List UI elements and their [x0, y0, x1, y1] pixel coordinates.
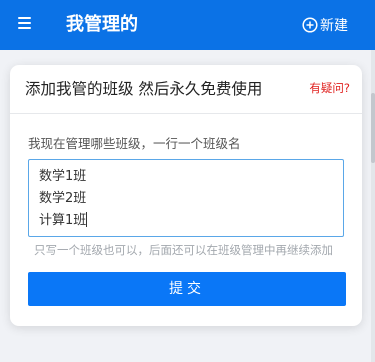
class-names-textarea[interactable]: 数学1班 数学2班 计算1班: [28, 159, 344, 237]
plus-circle-icon: [302, 17, 318, 33]
page-title: 我管理的: [66, 14, 138, 35]
scrollbar-thumb[interactable]: [371, 93, 375, 163]
class-names-label: 我现在管理哪些班级，一行一个班级名: [28, 136, 241, 151]
new-button[interactable]: 新建: [302, 15, 348, 35]
class-name-line: 数学1班: [39, 169, 87, 184]
text-caret: [86, 212, 88, 227]
card-title: 添加我管的班级 然后永久免费使用: [25, 80, 263, 98]
card-header: 添加我管的班级 然后永久免费使用 有疑问?: [10, 65, 362, 114]
class-name-line: 计算1班: [39, 212, 88, 228]
submit-button[interactable]: 提交: [28, 272, 346, 306]
hint-text: 只写一个班级也可以，后面还可以在班级管理中再继续添加: [34, 243, 333, 257]
new-button-label: 新建: [320, 18, 348, 34]
class-name-line: 数学2班: [39, 191, 87, 206]
menu-icon[interactable]: [18, 17, 31, 30]
app-header: 我管理的 新建: [0, 0, 375, 50]
add-class-card: 添加我管的班级 然后永久免费使用 有疑问? 我现在管理哪些班级，一行一个班级名 …: [10, 65, 362, 326]
help-link[interactable]: 有疑问?: [309, 79, 350, 97]
